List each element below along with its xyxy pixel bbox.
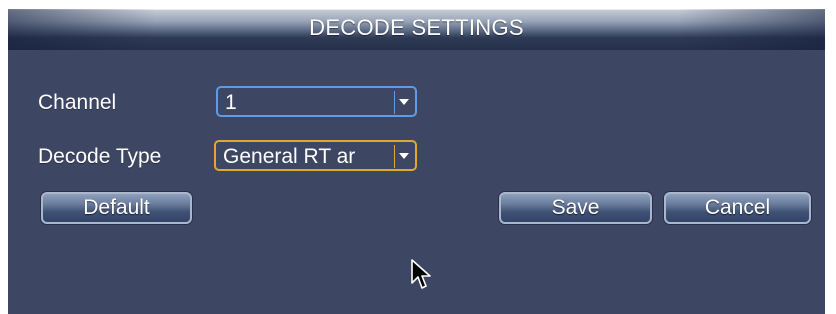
decode-type-value: General RT ar (223, 145, 356, 168)
channel-value: 1 (225, 91, 237, 114)
channel-dropdown[interactable]: 1 (216, 86, 417, 117)
mouse-pointer-icon (411, 259, 431, 289)
cancel-button[interactable]: Cancel (664, 192, 811, 224)
dialog-title: DECODE SETTINGS (309, 15, 524, 40)
decode-type-dropdown-arrow[interactable] (394, 145, 412, 168)
decode-settings-dialog: DECODE SETTINGS Channel 1 Decode Type Ge… (8, 9, 825, 314)
decode-type-dropdown[interactable]: General RT ar (214, 140, 417, 171)
chevron-down-icon (399, 153, 409, 159)
chevron-down-icon (399, 99, 409, 105)
save-button[interactable]: Save (499, 192, 652, 224)
decode-type-label: Decode Type (38, 145, 162, 168)
channel-label: Channel (38, 91, 117, 114)
channel-dropdown-arrow[interactable] (394, 91, 412, 114)
dialog-titlebar: DECODE SETTINGS (8, 9, 825, 50)
default-button[interactable]: Default (41, 192, 192, 224)
